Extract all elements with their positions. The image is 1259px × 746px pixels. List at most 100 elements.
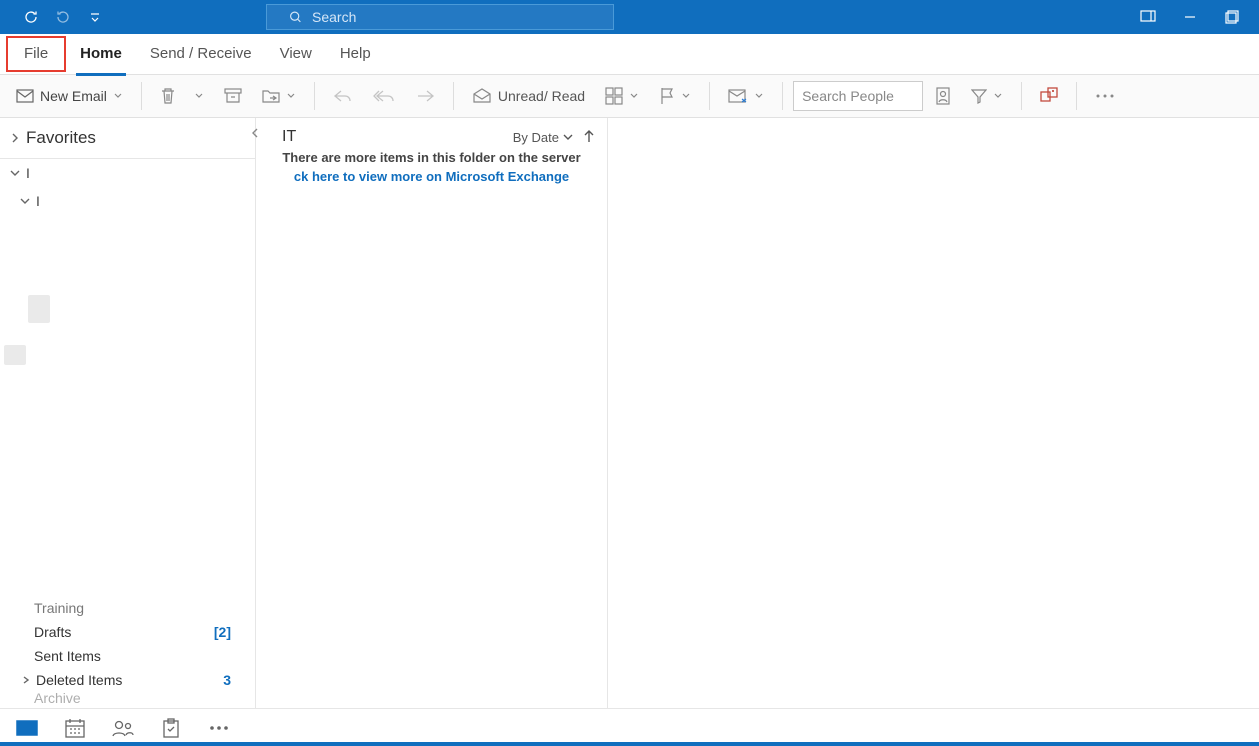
filter-button[interactable] [963,80,1011,112]
archive-button[interactable] [216,80,250,112]
delete-button[interactable] [152,80,212,112]
reading-pane [608,118,1259,708]
nav-switcher [0,708,1259,746]
switch-calendar[interactable] [64,717,86,739]
chevron-down-icon [754,91,764,101]
arrow-up-icon [583,129,595,143]
forward-icon [415,88,435,104]
folder-drafts-count: [2] [214,624,231,640]
folder-archive-label: Archive [34,692,81,704]
new-email-button[interactable]: New Email [8,80,131,112]
ribbon-tabs: File Home Send / Receive View Help [0,34,1259,74]
tab-help[interactable]: Help [326,34,385,74]
sort-direction-button[interactable] [583,129,595,146]
ribbon-toolbar: New Email Unread/ Read [0,74,1259,118]
inbox-row[interactable]: I [0,187,255,215]
chevron-down-icon [10,168,20,178]
quick-steps-icon [728,87,748,105]
undo-icon[interactable] [54,8,72,26]
chevron-down-icon [113,91,123,101]
search-people[interactable] [793,81,923,111]
mail-icon [16,89,34,103]
search-people-input[interactable] [802,88,914,104]
folder-deleted-label: Deleted Items [36,672,122,688]
status-bar [0,742,1259,746]
folder-training[interactable]: Training [10,596,245,620]
tab-send-receive[interactable]: Send / Receive [136,34,266,74]
flag-button[interactable] [651,80,699,112]
chevron-down-icon [20,196,30,206]
chevron-down-icon [681,91,691,101]
flag-icon [659,87,675,105]
folder-archive[interactable]: Archive [10,692,245,704]
folder-sent[interactable]: Sent Items [10,644,245,668]
addins-icon [1040,87,1058,105]
folder-sent-label: Sent Items [34,648,101,664]
unread-read-button[interactable]: Unread/ Read [464,80,593,112]
tab-home[interactable]: Home [66,34,136,74]
forward-button[interactable] [407,80,443,112]
search-icon [289,10,302,24]
address-book-button[interactable] [927,80,959,112]
maximize-icon[interactable] [1223,8,1241,26]
chevron-down-icon [194,91,204,101]
new-email-label: New Email [40,88,107,104]
move-button[interactable] [254,80,304,112]
folder-drafts-label: Drafts [34,624,71,640]
folder-drafts[interactable]: Drafts [2] [10,620,245,644]
switch-people[interactable] [112,717,134,739]
folder-deleted-count: 3 [223,672,231,688]
server-items-notice: There are more items in this folder on t… [256,150,607,165]
mail-icon [16,720,38,736]
folder-deleted[interactable]: Deleted Items 3 [10,668,245,692]
tab-view[interactable]: View [266,34,326,74]
switch-more[interactable] [208,717,230,739]
global-search-input[interactable] [312,9,613,25]
account-row[interactable]: I [0,159,255,187]
server-items-link[interactable]: ck here to view more on Microsoft Exchan… [256,165,607,188]
reply-all-icon [373,88,395,104]
folder-training-label: Training [34,600,84,616]
chevron-right-icon [10,133,20,143]
titlebar [0,0,1259,34]
quick-access-dropdown-icon[interactable] [86,8,104,26]
folder-title: IT [274,128,296,146]
chevron-down-icon [629,91,639,101]
chevron-down-icon [286,91,296,101]
reply-button[interactable] [325,80,361,112]
chevron-down-icon [563,132,573,142]
ellipsis-icon [209,725,229,731]
calendar-icon [65,718,85,738]
inbox-stub-label: I [36,193,40,209]
global-search[interactable] [266,4,614,30]
addins-button[interactable] [1032,80,1066,112]
collapse-nav-icon[interactable] [243,124,267,142]
trash-icon [160,87,176,105]
people-icon [112,719,134,737]
reply-all-button[interactable] [365,80,403,112]
favorites-header[interactable]: Favorites [0,118,255,159]
sort-label: By Date [513,130,559,145]
folder-tree-body [0,215,255,592]
categories-icon [605,87,623,105]
tab-file[interactable]: File [6,36,66,72]
reply-icon [333,88,353,104]
quick-steps-button[interactable] [720,80,772,112]
folder-pane: Favorites I I Training Drafts [2] Sent I… [0,118,256,708]
coming-soon-icon[interactable] [1139,8,1157,26]
main-area: Favorites I I Training Drafts [2] Sent I… [0,118,1259,708]
filter-icon [971,88,987,104]
unread-read-label: Unread/ Read [498,88,585,104]
archive-icon [224,88,242,104]
categorize-button[interactable] [597,80,647,112]
sort-button[interactable]: By Date [513,130,573,145]
chevron-right-icon [20,676,32,684]
chevron-down-icon [993,91,1003,101]
more-ribbon-button[interactable] [1087,80,1123,112]
envelope-open-icon [472,88,492,104]
minimize-icon[interactable] [1181,8,1199,26]
ellipsis-icon [1095,93,1115,99]
switch-tasks[interactable] [160,717,182,739]
refresh-icon[interactable] [22,8,40,26]
switch-mail[interactable] [16,717,38,739]
